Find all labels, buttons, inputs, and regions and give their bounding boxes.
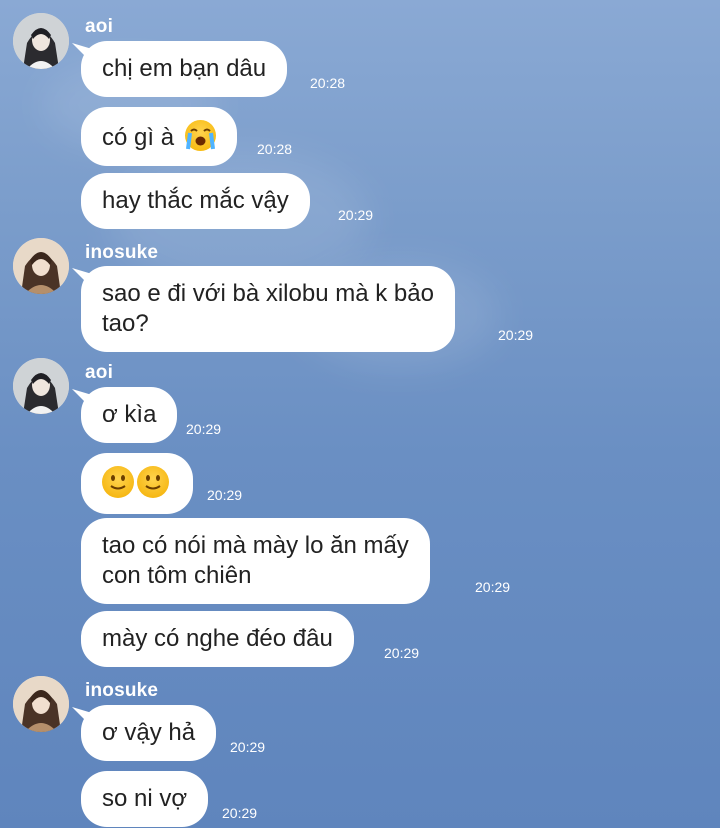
message-time: 20:29 — [207, 487, 243, 503]
message-text-line: tao? — [102, 310, 149, 337]
message-bubble[interactable]: có gì à — [81, 107, 237, 166]
message-time: 20:29 — [230, 739, 266, 755]
message-text: có gì à — [102, 124, 175, 151]
message-text: mày có nghe đéo đâu — [102, 625, 333, 652]
message-time: 20:29 — [186, 421, 222, 437]
sender-name: aoi — [85, 362, 114, 383]
avatar-aoi[interactable] — [13, 358, 69, 414]
message-text-line: sao e đi với bà xilobu mà k bảo — [102, 280, 434, 307]
message-bubble[interactable]: mày có nghe đéo đâu — [81, 611, 354, 667]
message-text: so ni vợ — [102, 785, 188, 812]
message-text-line: con tôm chiên — [102, 562, 252, 589]
message-text-line: tao có nói mà mày lo ăn mấy — [102, 532, 409, 559]
message-bubble[interactable]: ơ vậy hả — [81, 705, 217, 761]
message-time: 20:29 — [475, 579, 511, 595]
message-bubble[interactable] — [81, 453, 193, 514]
message-text: ơ kìa — [102, 401, 157, 428]
message-bubble[interactable]: ơ kìa — [81, 387, 178, 443]
message-bubble[interactable]: sao e đi với bà xilobu mà k bảo tao? — [81, 266, 455, 352]
message-text: hay thắc mắc vậy — [102, 187, 289, 214]
message-time: 20:29 — [498, 327, 534, 343]
message-bubble[interactable]: chị em bạn dâu — [81, 41, 288, 97]
sender-name: inosuke — [85, 242, 159, 263]
avatar-inosuke[interactable] — [13, 676, 69, 732]
message-bubble[interactable]: hay thắc mắc vậy — [81, 173, 310, 229]
message-time: 20:29 — [222, 805, 258, 821]
sender-name: aoi — [85, 16, 114, 37]
message-text: chị em bạn dâu — [102, 55, 267, 82]
message-time: 20:29 — [384, 645, 420, 661]
slightly-smiling-face-icon — [102, 466, 134, 498]
message-bubble[interactable]: so ni vợ — [81, 771, 209, 827]
avatar-inosuke[interactable] — [13, 238, 69, 294]
message-time: 20:29 — [338, 207, 374, 223]
slightly-smiling-face-icon — [137, 466, 169, 498]
message-time: 20:28 — [310, 75, 346, 91]
sender-name: inosuke — [85, 680, 159, 701]
message-text: ơ vậy hả — [102, 719, 196, 746]
message-time: 20:28 — [257, 141, 293, 157]
loudly-crying-face-icon — [184, 120, 216, 151]
message-bubble[interactable]: tao có nói mà mày lo ăn mấy con tôm chiê… — [81, 518, 430, 604]
avatar-aoi[interactable] — [13, 13, 69, 69]
